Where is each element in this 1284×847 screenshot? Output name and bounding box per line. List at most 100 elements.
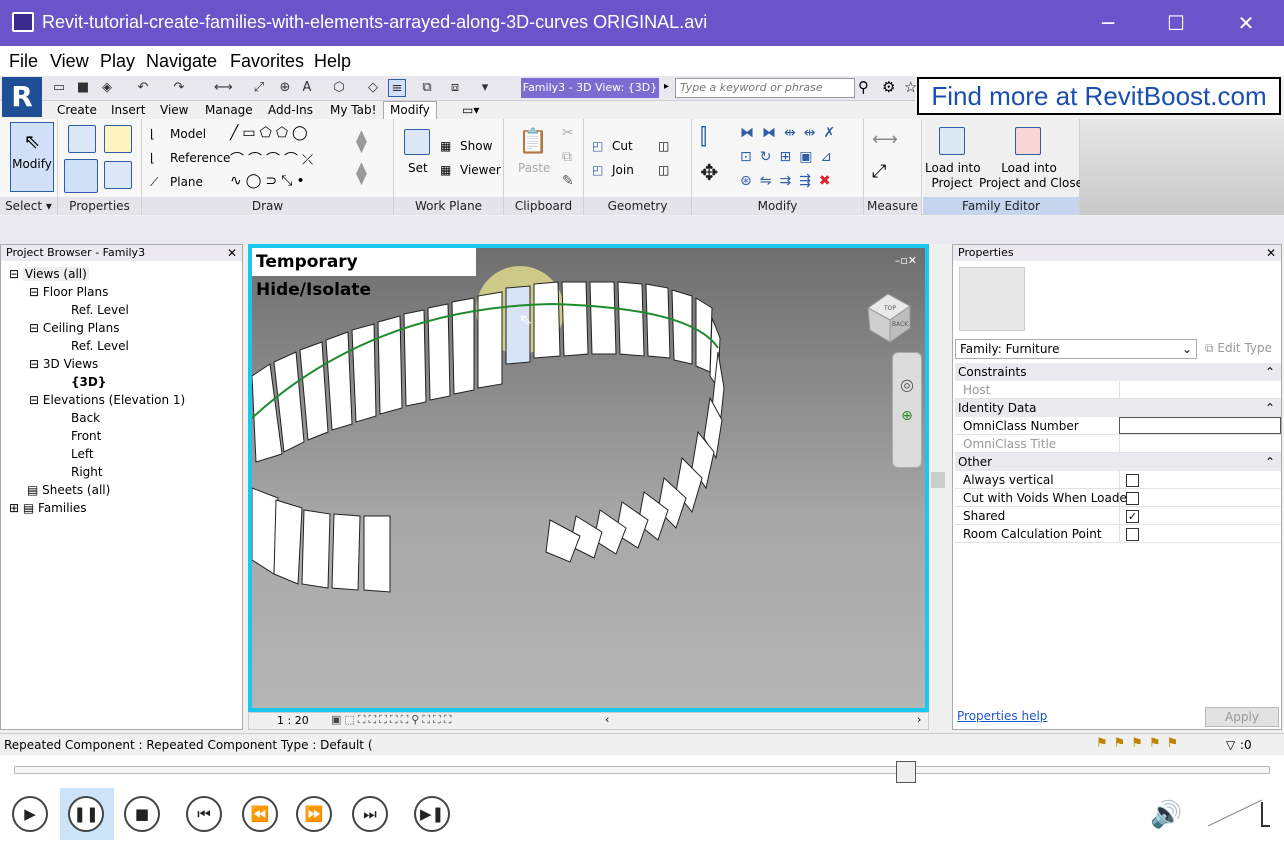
tree-node-ceiling-ref-level[interactable]: Ref. Level: [71, 339, 129, 353]
zoom-icon[interactable]: ⊕: [893, 408, 921, 424]
draw-shapes-row1-icon[interactable]: ╱▭⬠⬠◯: [230, 125, 312, 141]
tree-node-front[interactable]: Front: [71, 429, 101, 443]
modify-tools-row1-icon[interactable]: ⧓⧓⇹⇹✗: [740, 125, 843, 141]
tree-node-sheets[interactable]: ▤ Sheets (all): [27, 483, 110, 497]
copy-icon[interactable]: ⧉: [562, 149, 572, 165]
type-properties-icon[interactable]: [104, 161, 132, 189]
frame-step-button[interactable]: ▶❚: [414, 796, 450, 832]
favorites-icon[interactable]: ☆: [904, 78, 917, 96]
always-vertical-checkbox[interactable]: [1126, 474, 1139, 487]
scroll-right-icon[interactable]: ›: [917, 713, 921, 726]
minimize-button[interactable]: ─: [1088, 8, 1128, 38]
thin-lines-icon[interactable]: ≡: [388, 79, 406, 97]
tree-node-floor-ref-level[interactable]: Ref. Level: [71, 303, 129, 317]
selection-filter-icons[interactable]: ⚑⚑⚑⚑⚑: [1096, 736, 1184, 751]
default-3d-icon[interactable]: ⬡: [330, 79, 348, 97]
undo-icon[interactable]: ↶: [134, 79, 152, 97]
scroll-thumb[interactable]: [931, 472, 945, 488]
tab-modify[interactable]: Modify: [383, 101, 437, 120]
measure-between-icon[interactable]: ⟷: [872, 129, 898, 150]
match-properties-icon[interactable]: ✎: [562, 173, 574, 189]
viewer-button[interactable]: Viewer: [460, 163, 501, 177]
menu-play[interactable]: Play: [100, 51, 135, 72]
omniclass-number-field[interactable]: [1119, 417, 1281, 434]
tab-my-tab[interactable]: My Tab!: [330, 103, 376, 117]
play-button[interactable]: ▶: [12, 796, 48, 832]
shared-checkbox[interactable]: ✓: [1126, 510, 1139, 523]
tag-icon[interactable]: ⊕: [276, 79, 294, 97]
show-work-plane-button[interactable]: Show: [460, 139, 492, 153]
pick-faces-icon[interactable]: ⧫: [356, 161, 367, 186]
3d-view-canvas[interactable]: TOP BACK Temporary Hide/Isolate –▫✕ ⇖ ◎ …: [248, 244, 929, 712]
tree-node-ceiling-plans[interactable]: ⊟ Ceiling Plans: [29, 321, 119, 335]
family-category-icon[interactable]: [104, 125, 132, 153]
search-input[interactable]: Type a keyword or phrase: [675, 78, 855, 98]
split-face-icon[interactable]: ◫: [658, 139, 669, 153]
rewind-button[interactable]: ⏪: [242, 796, 278, 832]
section-constraints[interactable]: Constraints ⌃: [955, 363, 1281, 381]
view-control-icons[interactable]: ▣⬚⛶⛶⛶⛶⛶⚲⛶⛶⛶: [331, 713, 454, 727]
family-types-icon[interactable]: [68, 125, 96, 153]
load-into-project-and-close-button[interactable]: Load into Project and Close: [979, 161, 1083, 191]
skip-forward-button[interactable]: ⏭: [352, 796, 388, 832]
tree-node-views-all[interactable]: ⊟ Views (all): [9, 267, 89, 281]
skip-back-button[interactable]: ⏮: [186, 796, 222, 832]
view-cube[interactable]: TOP BACK: [867, 293, 911, 343]
room-calculation-point-checkbox[interactable]: [1126, 528, 1139, 541]
revit-logo[interactable]: R: [2, 77, 42, 117]
reference-line-button[interactable]: Reference: [170, 151, 230, 165]
cut-icon[interactable]: ✂: [562, 125, 574, 141]
move-icon[interactable]: ✥: [700, 161, 718, 186]
join-geometry-button[interactable]: Join: [612, 163, 634, 177]
reference-plane-button[interactable]: Plane: [170, 175, 203, 189]
save-icon[interactable]: ■: [74, 79, 92, 97]
menu-view[interactable]: View: [50, 51, 89, 72]
volume-icon[interactable]: 🔊: [1150, 800, 1182, 830]
draw-arcs-row2-icon[interactable]: ⌒⌒⌒⌒⤫: [230, 149, 317, 169]
properties-close-icon[interactable]: ✕: [1266, 245, 1276, 261]
text-icon[interactable]: A: [298, 79, 316, 97]
seek-thumb[interactable]: [895, 761, 916, 783]
view-vertical-scrollbar[interactable]: [929, 244, 947, 712]
close-hidden-icon[interactable]: ⧉: [418, 79, 436, 97]
tree-node-3d[interactable]: {3D}: [71, 375, 106, 389]
properties-icon[interactable]: [64, 159, 98, 193]
draw-splines-row3-icon[interactable]: ∿◯⊃⤡•: [230, 173, 309, 189]
close-button[interactable]: ✕: [1226, 8, 1266, 38]
sync-icon[interactable]: ◈: [98, 79, 116, 97]
paint-icon[interactable]: ◫: [658, 163, 669, 177]
cut-with-voids-checkbox[interactable]: [1126, 492, 1139, 505]
tree-node-left[interactable]: Left: [71, 447, 94, 461]
paste-button[interactable]: Paste: [518, 161, 550, 175]
apply-button[interactable]: Apply: [1205, 707, 1279, 727]
tab-overflow-icon[interactable]: ▭▾: [462, 103, 479, 117]
pause-button[interactable]: ❚❚: [68, 796, 104, 832]
stop-button[interactable]: ■: [124, 796, 160, 832]
properties-help-link[interactable]: Properties help: [957, 709, 1047, 723]
tree-node-back[interactable]: Back: [71, 411, 100, 425]
maximize-button[interactable]: ☐: [1156, 8, 1196, 38]
edit-type-button[interactable]: ⧉ Edit Type: [1205, 341, 1272, 356]
aligned-dimension-icon[interactable]: ⤢: [872, 161, 886, 182]
tree-node-3d-views[interactable]: ⊟ 3D Views: [29, 357, 98, 371]
tab-manage[interactable]: Manage: [205, 103, 253, 117]
tab-create[interactable]: Create: [57, 103, 97, 117]
redo-icon[interactable]: ↷: [170, 79, 188, 97]
subscription-icon[interactable]: ⚙: [882, 78, 895, 96]
filter-icon[interactable]: ▽: [1226, 738, 1235, 752]
type-selector[interactable]: Family: Furniture ⌄: [955, 339, 1197, 359]
switch-windows-icon[interactable]: ⧈: [446, 79, 464, 97]
section-other[interactable]: Other ⌃: [955, 453, 1281, 471]
model-line-button[interactable]: Model: [170, 127, 206, 141]
modify-tools-row2-icon[interactable]: ⊡↻⊞▣⊿: [740, 149, 840, 165]
steering-wheel-icon[interactable]: ◎: [893, 375, 921, 394]
tree-node-right[interactable]: Right: [71, 465, 103, 479]
view-window-controls[interactable]: –▫✕: [895, 254, 917, 267]
binoculars-icon[interactable]: ⚲: [858, 78, 869, 96]
seek-track[interactable]: [14, 766, 1270, 774]
menu-help[interactable]: Help: [314, 51, 351, 72]
measure-icon[interactable]: ⟷: [214, 79, 233, 97]
modify-tool-button[interactable]: ⇖ Modify: [10, 122, 54, 192]
align-icon[interactable]: ⫿: [700, 125, 707, 150]
modify-tools-row3-icon[interactable]: ⊛⇋⇉⇶✖: [740, 173, 839, 189]
